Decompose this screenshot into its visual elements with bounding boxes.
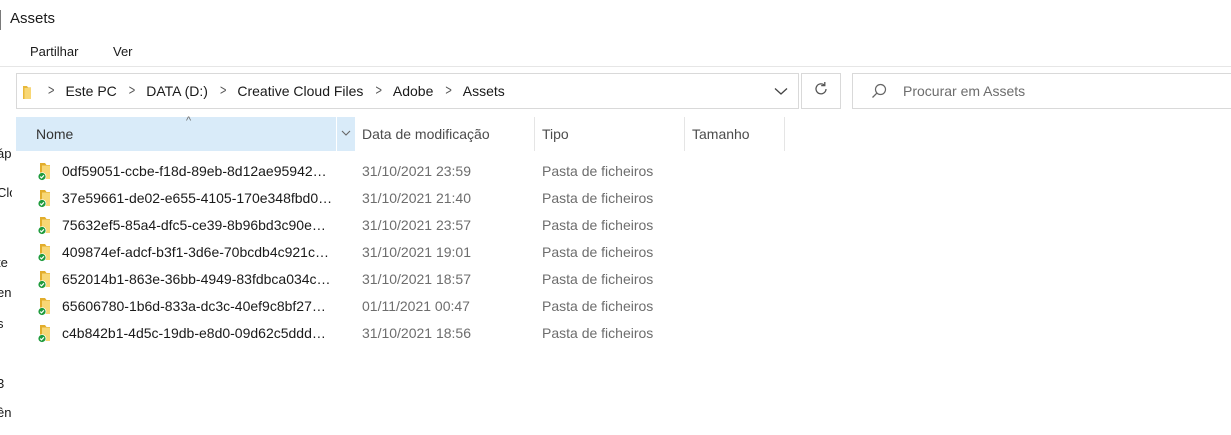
column-divider[interactable] [784, 117, 785, 151]
folder-sync-icon [36, 324, 56, 344]
file-date: 01/11/2021 00:47 [362, 298, 470, 314]
search-input[interactable]: Procurar em Assets [903, 83, 1025, 99]
title-bar [0, 0, 1231, 38]
file-type: Pasta de ficheiros [542, 163, 654, 179]
chevron-right-icon[interactable]: > [48, 83, 54, 99]
file-row[interactable]: 0df59051-ccbe-f18d-89eb-8d12ae95942… 31/… [16, 159, 776, 186]
refresh-button[interactable] [801, 73, 841, 109]
sort-ascending-icon: ^ [186, 115, 192, 127]
nav-item-fragment[interactable]: ên [0, 405, 11, 420]
nav-item-fragment[interactable]: te [0, 255, 8, 270]
file-name[interactable]: 75632ef5-85a4-dfc5-ce39-8b96bd3c90e… [62, 217, 326, 233]
file-name[interactable]: 652014b1-863e-36bb-4949-83fdbca034c… [62, 271, 331, 287]
file-type: Pasta de ficheiros [542, 271, 654, 287]
refresh-icon [812, 80, 830, 103]
title-separator [0, 10, 1, 30]
file-date: 31/10/2021 23:59 [362, 163, 471, 179]
nav-item-fragment[interactable]: 3 [0, 376, 4, 391]
column-divider [336, 117, 337, 151]
navigation-pane: áp Clo te en s 3 ên [0, 112, 12, 435]
file-name[interactable]: 409874ef-adcf-b3f1-3d6e-70bcdb4c921c… [62, 244, 329, 260]
folder-sync-icon [36, 189, 56, 209]
ribbon-tab-ver[interactable]: Ver [113, 44, 133, 59]
file-date: 31/10/2021 18:57 [362, 271, 471, 287]
file-date: 31/10/2021 21:40 [362, 190, 471, 206]
chevron-down-icon[interactable] [340, 126, 352, 138]
breadcrumb-adobe[interactable]: Adobe [393, 83, 433, 99]
folder-sync-icon [36, 270, 56, 290]
address-bar[interactable]: > Este PC > DATA (D:) > Creative Cloud F… [16, 73, 799, 109]
column-header-type[interactable]: Tipo [542, 117, 569, 151]
column-header-name[interactable]: ^ Nome [16, 115, 355, 151]
file-type: Pasta de ficheiros [542, 325, 654, 341]
nav-item-fragment[interactable]: Clo [0, 185, 12, 200]
file-name[interactable]: 37e59661-de02-e655-4105-170e348fbd0… [62, 190, 332, 206]
nav-item-fragment[interactable]: áp [0, 146, 11, 161]
file-name[interactable]: c4b842b1-4d5c-19db-e8d0-09d62c5ddd… [62, 325, 326, 341]
file-type: Pasta de ficheiros [542, 217, 654, 233]
folder-sync-icon [36, 216, 56, 236]
folder-sync-icon [36, 162, 56, 182]
file-name[interactable]: 65606780-1b6d-833a-dc3c-40ef9c8bf27… [62, 298, 326, 314]
ribbon-divider [0, 66, 1231, 67]
chevron-right-icon[interactable]: > [129, 83, 135, 99]
breadcrumb-data-d[interactable]: DATA (D:) [146, 83, 208, 99]
file-row[interactable]: c4b842b1-4d5c-19db-e8d0-09d62c5ddd… 31/1… [16, 321, 776, 348]
file-row[interactable]: 65606780-1b6d-833a-dc3c-40ef9c8bf27… 01/… [16, 294, 776, 321]
column-header-date[interactable]: Data de modificação [362, 117, 490, 151]
file-row[interactable]: 37e59661-de02-e655-4105-170e348fbd0… 31/… [16, 186, 776, 213]
file-date: 31/10/2021 18:56 [362, 325, 471, 341]
file-date: 31/10/2021 23:57 [362, 217, 471, 233]
file-row[interactable]: 75632ef5-85a4-dfc5-ce39-8b96bd3c90e… 31/… [16, 213, 776, 240]
folder-icon [22, 84, 36, 99]
ribbon-tab-partilhar[interactable]: Partilhar [30, 44, 78, 59]
column-header-label: Nome [36, 126, 74, 142]
breadcrumb-assets[interactable]: Assets [463, 83, 505, 99]
chevron-right-icon[interactable]: > [220, 83, 226, 99]
file-name[interactable]: 0df59051-ccbe-f18d-89eb-8d12ae95942… [62, 163, 327, 179]
column-divider[interactable] [684, 117, 685, 151]
file-row[interactable]: 652014b1-863e-36bb-4949-83fdbca034c… 31/… [16, 267, 776, 294]
column-header-size[interactable]: Tamanho [692, 117, 750, 151]
search-box[interactable]: Procurar em Assets [852, 73, 1231, 109]
chevron-right-icon[interactable]: > [445, 83, 451, 99]
folder-sync-icon [36, 297, 56, 317]
ribbon: Partilhar Ver [0, 38, 1231, 66]
search-icon [870, 82, 888, 100]
chevron-right-icon[interactable]: > [375, 83, 381, 99]
file-type: Pasta de ficheiros [542, 190, 654, 206]
file-type: Pasta de ficheiros [542, 244, 654, 260]
breadcrumb-creative-cloud-files[interactable]: Creative Cloud Files [237, 83, 363, 99]
file-row[interactable]: 409874ef-adcf-b3f1-3d6e-70bcdb4c921c… 31… [16, 240, 776, 267]
folder-sync-icon [36, 243, 56, 263]
file-date: 31/10/2021 19:01 [362, 244, 471, 260]
nav-item-fragment[interactable]: s [0, 316, 4, 331]
nav-item-fragment[interactable]: en [0, 285, 11, 300]
chevron-down-icon[interactable] [772, 82, 790, 100]
window-title: Assets [10, 10, 56, 27]
file-type: Pasta de ficheiros [542, 298, 654, 314]
breadcrumb-este-pc[interactable]: Este PC [65, 83, 116, 99]
column-divider[interactable] [534, 117, 535, 151]
